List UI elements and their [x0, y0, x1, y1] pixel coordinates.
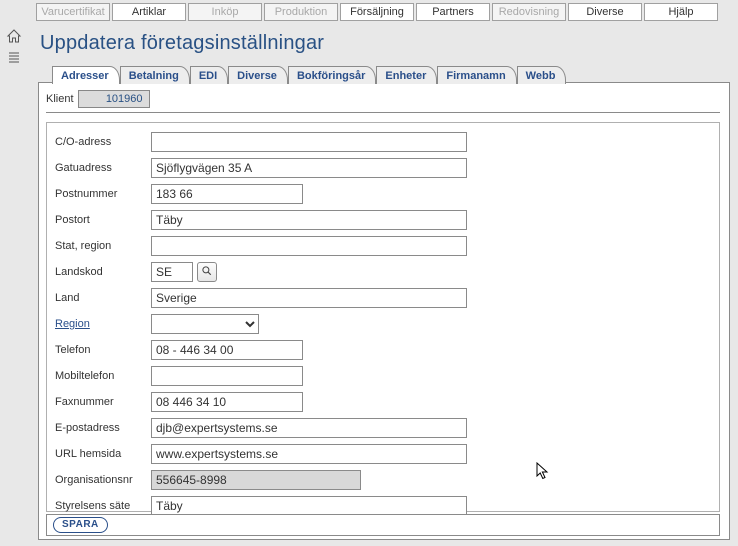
label-ccode: Landskod [55, 266, 151, 278]
action-bar: SPARA [46, 514, 720, 536]
input-url[interactable] [151, 444, 467, 464]
menu-artiklar[interactable]: Artiklar [112, 3, 186, 21]
search-icon [201, 265, 213, 280]
label-orgnr: Organisationsnr [55, 474, 151, 486]
input-email[interactable] [151, 418, 467, 438]
tab-row: Adresser Betalning EDI Diverse Bokföring… [52, 64, 566, 84]
left-toolbar [6, 28, 26, 66]
input-street[interactable] [151, 158, 467, 178]
input-fax[interactable] [151, 392, 303, 412]
label-zip: Postnummer [55, 188, 151, 200]
home-icon[interactable] [6, 28, 22, 44]
label-street: Gatuadress [55, 162, 151, 174]
tab-bokforingsar[interactable]: Bokföringsår [288, 66, 376, 84]
input-city[interactable] [151, 210, 467, 230]
menu-produktion: Produktion [264, 3, 338, 21]
page-title: Uppdatera företagsinställningar [40, 32, 324, 55]
menu-forsaljning[interactable]: Försäljning [340, 3, 414, 21]
label-url: URL hemsida [55, 448, 151, 460]
label-mobile: Mobiltelefon [55, 370, 151, 382]
input-country[interactable] [151, 288, 467, 308]
divider [46, 112, 720, 113]
label-email: E-postadress [55, 422, 151, 434]
input-mobile[interactable] [151, 366, 303, 386]
save-button[interactable]: SPARA [53, 517, 108, 533]
address-form: C/O-adress Gatuadress Postnummer Postort… [46, 122, 720, 512]
menu-inkop: Inköp [188, 3, 262, 21]
label-country: Land [55, 292, 151, 304]
lookup-country-button[interactable] [197, 262, 217, 282]
list-icon[interactable] [6, 50, 22, 66]
select-region[interactable] [151, 314, 259, 334]
label-state: Stat, region [55, 240, 151, 252]
label-city: Postort [55, 214, 151, 226]
label-fax: Faxnummer [55, 396, 151, 408]
label-phone: Telefon [55, 344, 151, 356]
tab-adresser[interactable]: Adresser [52, 66, 120, 84]
main-menu: Varucertifikat Artiklar Inköp Produktion… [0, 0, 738, 24]
input-co[interactable] [151, 132, 467, 152]
input-phone[interactable] [151, 340, 303, 360]
menu-diverse[interactable]: Diverse [568, 3, 642, 21]
klient-label: Klient [46, 93, 74, 105]
label-seat: Styrelsens säte [55, 500, 151, 512]
tab-enheter[interactable]: Enheter [376, 66, 437, 84]
menu-hjalp[interactable]: Hjälp [644, 3, 718, 21]
input-orgnr [151, 470, 361, 490]
menu-partners[interactable]: Partners [416, 3, 490, 21]
input-state[interactable] [151, 236, 467, 256]
label-region[interactable]: Region [55, 318, 151, 330]
menu-varucertifikat: Varucertifikat [36, 3, 110, 21]
input-ccode[interactable] [151, 262, 193, 282]
input-seat[interactable] [151, 496, 467, 516]
klient-value: 101960 [78, 90, 150, 108]
tab-diverse[interactable]: Diverse [228, 66, 288, 84]
tab-webb[interactable]: Webb [517, 66, 567, 84]
klient-row: Klient 101960 [46, 90, 150, 108]
tab-edi[interactable]: EDI [190, 66, 228, 84]
tab-betalning[interactable]: Betalning [120, 66, 190, 84]
tab-firmanamn[interactable]: Firmanamn [437, 66, 516, 84]
label-co: C/O-adress [55, 136, 151, 148]
menu-redovisning: Redovisning [492, 3, 566, 21]
input-zip[interactable] [151, 184, 303, 204]
